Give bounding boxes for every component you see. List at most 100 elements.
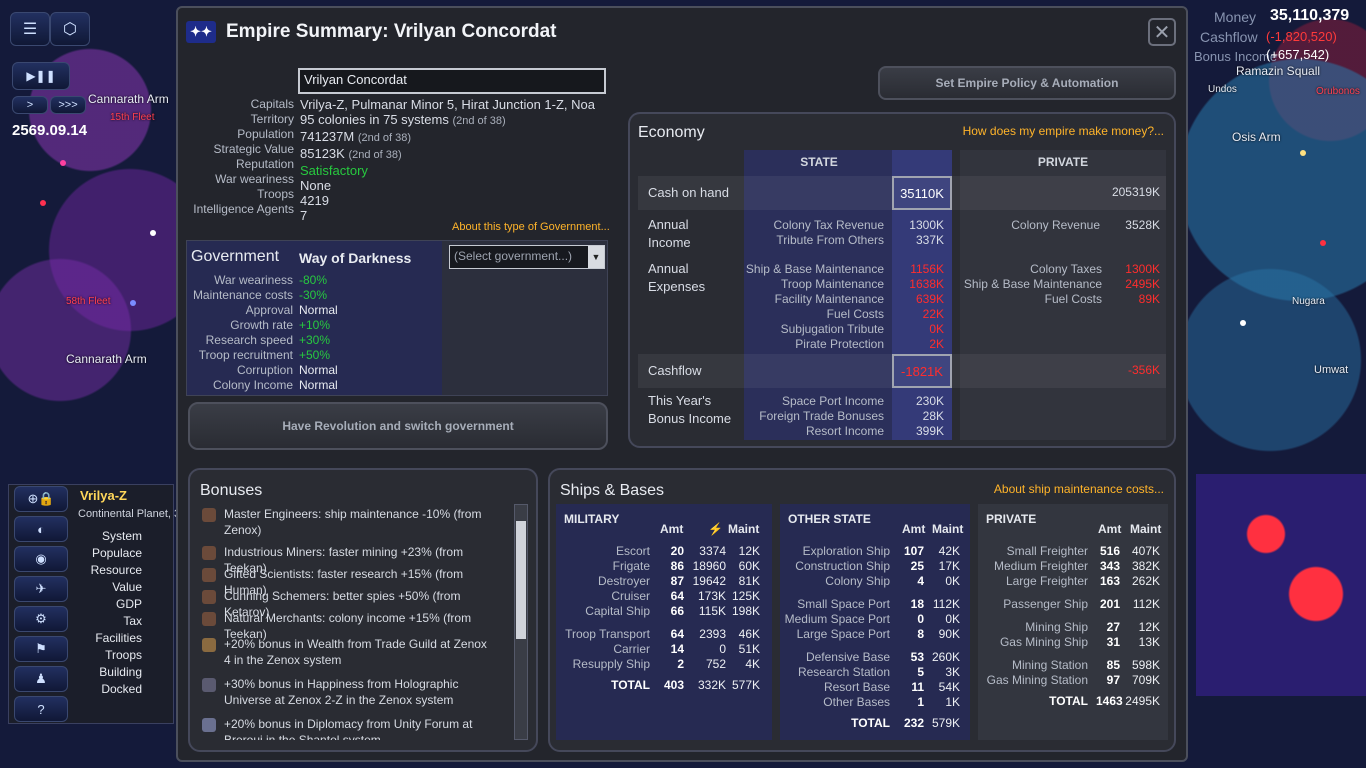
info-label: Capitals	[250, 97, 294, 111]
tab-help[interactable]: ?	[14, 696, 68, 722]
ship-type-name: Mining Station	[1011, 658, 1088, 672]
ship-table-row[interactable]: Small Space Port 18 112K	[780, 597, 970, 612]
tab-settings[interactable]: ⚙	[14, 606, 68, 632]
bonus-item: Master Engineers: ship maintenance -10% …	[196, 506, 496, 538]
ship-table-row[interactable]: Destroyer 87 19642 81K	[556, 574, 772, 589]
map-label[interactable]: Osis Arm	[1232, 130, 1281, 144]
ship-table-row[interactable]: Large Space Port 8 90K	[780, 627, 970, 642]
tab-lock[interactable]: ⊕🔒	[14, 486, 68, 512]
ship-amount: 66	[670, 604, 684, 618]
speed-fast-button[interactable]: >>>	[50, 96, 86, 114]
map-fleet-label[interactable]: 58th Fleet	[66, 296, 110, 307]
ship-amount: 86	[670, 559, 684, 573]
tab-flag[interactable]: ⚑	[14, 636, 68, 662]
tab-ships[interactable]: ✈	[14, 576, 68, 602]
map-star[interactable]	[1240, 320, 1246, 326]
help-icon: ?	[37, 701, 45, 717]
private-column-header: PRIVATE	[1037, 155, 1089, 169]
map-star[interactable]	[1320, 240, 1326, 246]
tab-troops[interactable]: ♟	[14, 666, 68, 692]
ship-table-row[interactable]: Capital Ship 66 115K 198K	[556, 604, 772, 619]
ship-table-row[interactable]: Colony Ship 4 0K	[780, 574, 970, 589]
cashflow-state: -1821K	[892, 354, 952, 388]
speed-slow-button[interactable]: >	[12, 96, 48, 114]
ship-maintenance-link[interactable]: About ship maintenance costs...	[994, 482, 1164, 496]
ship-table-row[interactable]: Construction Ship 25 17K	[780, 559, 970, 574]
empire-button[interactable]: ⬡	[50, 12, 90, 46]
economy-help-link[interactable]: How does my empire make money?...	[963, 124, 1164, 138]
expenses-private-values: 1300K 2495K 89K	[1125, 262, 1160, 306]
map-label[interactable]: Nugara	[1292, 296, 1325, 307]
ship-table-row[interactable]: Resort Base 11 54K	[780, 680, 970, 695]
ship-maintenance: 260K	[931, 650, 960, 664]
ship-table-row[interactable]: Frigate 86 18960 60K	[556, 559, 772, 574]
ship-maintenance: 4K	[745, 657, 760, 671]
government-panel: Government Way of Darkness War weariness…	[186, 240, 608, 396]
map-star[interactable]	[150, 230, 156, 236]
ship-type-name: Medium Freighter	[993, 559, 1088, 573]
scrollbar-thumb[interactable]	[516, 521, 526, 639]
ship-type-name: Cruiser	[611, 589, 650, 603]
ship-table-row[interactable]: Small Freighter 516 407K	[978, 544, 1168, 559]
ship-table-row[interactable]: Cruiser 64 173K 125K	[556, 589, 772, 604]
cashflow-label: Cashflow	[1200, 29, 1258, 45]
ship-table-row[interactable]: Resupply Ship 2 752 4K	[556, 657, 772, 672]
ship-type-name: Gas Mining Ship	[999, 635, 1088, 649]
map-star[interactable]	[130, 300, 136, 306]
ship-table-row[interactable]: Medium Freighter 343 382K	[978, 559, 1168, 574]
minimap[interactable]	[1196, 474, 1366, 696]
ship-table-row[interactable]: Gas Mining Ship 31 13K	[978, 635, 1168, 650]
ship-table-row[interactable]: Mining Station 85 598K	[978, 658, 1168, 673]
income-private-values: 3528K	[1125, 218, 1160, 232]
ship-table-row[interactable]: Medium Space Port 0 0K	[780, 612, 970, 627]
ship-maintenance: 81K	[738, 574, 760, 588]
ship-table-row[interactable]: Large Freighter 163 262K	[978, 574, 1168, 589]
ship-type-name: Other Bases	[823, 695, 890, 709]
ship-table-row[interactable]: Research Station 5 3K	[780, 665, 970, 680]
map-label[interactable]: Ramazin Squall	[1236, 64, 1320, 78]
bonus-income-value: (+657,542)	[1266, 47, 1330, 62]
menu-button[interactable]: ☰	[10, 12, 50, 46]
ship-type-name: Defensive Base	[805, 650, 890, 664]
empire-info-labels: Capitals Territory Population Strategic …	[178, 97, 294, 217]
ship-table-row[interactable]: Escort 20 3374 12K	[556, 544, 772, 559]
ship-table-row[interactable]: Troop Transport 64 2393 46K	[556, 627, 772, 642]
play-pause-button[interactable]: ▶❚❚	[12, 62, 70, 90]
map-label[interactable]: Umwat	[1314, 364, 1348, 376]
about-government-link[interactable]: About this type of Government...	[452, 221, 610, 233]
set-policy-button[interactable]: Set Empire Policy & Automation	[878, 66, 1176, 100]
ship-amount: 97	[1106, 673, 1120, 687]
annual-expenses-label: Annual Expenses	[648, 261, 706, 294]
ship-table-row[interactable]: Other Bases 1 1K	[780, 695, 970, 710]
tab-planet[interactable]: ◐	[14, 516, 68, 542]
ship-table-row[interactable]: Defensive Base 53 260K	[780, 650, 970, 665]
map-star[interactable]	[1300, 150, 1306, 156]
selected-planet-name[interactable]: Vrilya-Z	[80, 488, 127, 503]
map-label[interactable]: Orubonos	[1316, 86, 1360, 97]
map-fleet-label[interactable]: 15th Fleet	[110, 112, 154, 123]
map-star[interactable]	[40, 200, 46, 206]
selection-tabs: ⊕🔒 ◐ ◉ ✈ ⚙ ⚑ ♟ ?	[14, 486, 68, 722]
ship-table-row[interactable]: Passenger Ship 201 112K	[978, 597, 1168, 612]
empire-name-input[interactable]: Vrilyan Concordat	[298, 68, 606, 94]
revolution-button[interactable]: Have Revolution and switch government	[188, 402, 608, 450]
ship-table-row[interactable]: Mining Ship 27 12K	[978, 620, 1168, 635]
planet-icon: ◐	[37, 521, 45, 537]
ship-table-row[interactable]: Exploration Ship 107 42K	[780, 544, 970, 559]
map-label[interactable]: Undos	[1208, 84, 1237, 95]
ship-table-row[interactable]: Gas Mining Station 97 709K	[978, 673, 1168, 688]
eye-icon: ◉	[35, 551, 47, 566]
map-label[interactable]: Cannarath Arm	[88, 92, 169, 106]
government-heading: Government	[191, 248, 280, 265]
map-label[interactable]: Cannarath Arm	[66, 352, 147, 366]
tab-view[interactable]: ◉	[14, 546, 68, 572]
bonuses-scrollbar[interactable]	[514, 504, 528, 740]
info-label: Intelligence Agents	[193, 202, 294, 216]
close-button[interactable]: ✕	[1148, 18, 1176, 46]
ship-table-row[interactable]: Carrier 14 0 51K	[556, 642, 772, 657]
lock-icon: ⊕🔒	[27, 491, 55, 506]
map-star[interactable]	[60, 160, 66, 166]
gear-icon: ⚙	[35, 611, 47, 626]
government-select[interactable]: (Select government...) ▼	[449, 245, 605, 269]
ship-maintenance: 12K	[1138, 620, 1160, 634]
